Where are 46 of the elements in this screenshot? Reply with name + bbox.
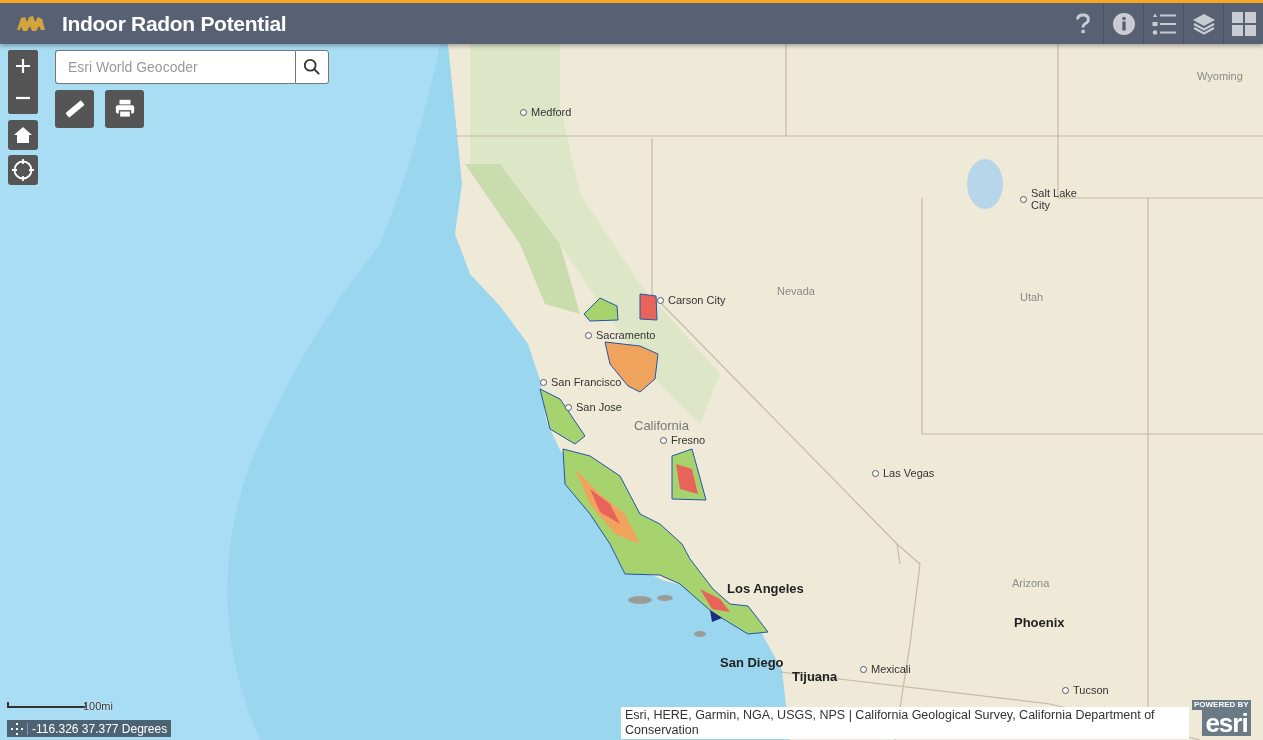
search-field[interactable]: Esri World Geocoder [55,50,295,84]
logo-caption: POWERED BY [1192,700,1251,710]
city-dot-icon [1062,686,1069,694]
map-label: Fresno [670,433,707,448]
map-label: Utah [1019,290,1045,305]
crosshair-target-icon [12,159,34,181]
map-label: San Francisco [550,375,623,390]
map-label: Mexicali [870,662,912,677]
locate-button[interactable] [8,155,38,185]
search-icon[interactable] [295,50,329,84]
printer-icon [113,98,136,120]
city-dot-icon [1020,195,1027,203]
map-label: Arizona [1011,576,1051,591]
map-label: Tucson [1072,683,1110,698]
map-label: Carson City [667,293,727,308]
attribution-text: Esri, HERE, Garmin, NGA, USGS, NPS | California Geological Survey, California Department of Conservation [621,707,1189,739]
city-dot-icon [860,665,867,673]
lake [967,159,1003,209]
city-dot-icon [660,436,667,444]
city-dot-icon [520,108,527,116]
map-label: Wyoming [1196,69,1244,84]
map-label: California [633,418,690,434]
map-label: Tijuana [791,669,839,685]
map-label: Medford [530,105,573,120]
plus-icon [15,58,31,74]
map-label: Sacramento [595,328,657,343]
city-dot-icon [585,331,592,339]
logo-wordmark: esri [1202,710,1251,736]
city-dot-icon [657,296,664,304]
map-label: Las Vegas [882,466,936,481]
map-label: Phoenix [1013,615,1066,631]
map-label: Salt Lake City [1030,186,1078,212]
measure-button[interactable] [55,90,94,128]
home-icon [13,125,33,145]
map-label: Nevada [776,284,816,299]
city-dot-icon [872,469,879,477]
map-label: San Jose [575,400,623,415]
home-button[interactable] [8,120,38,150]
scale-label: 100mi [83,700,113,712]
city-dot-icon [565,403,572,411]
coordinates-text: -116.326 37.377 Degrees [31,721,169,736]
print-button[interactable] [105,90,144,128]
city-dot-icon [540,378,547,386]
app-title: Indoor Radon Potential [62,11,288,36]
map-label: Los Angeles [726,581,805,597]
map-label: San Diego [719,655,785,671]
